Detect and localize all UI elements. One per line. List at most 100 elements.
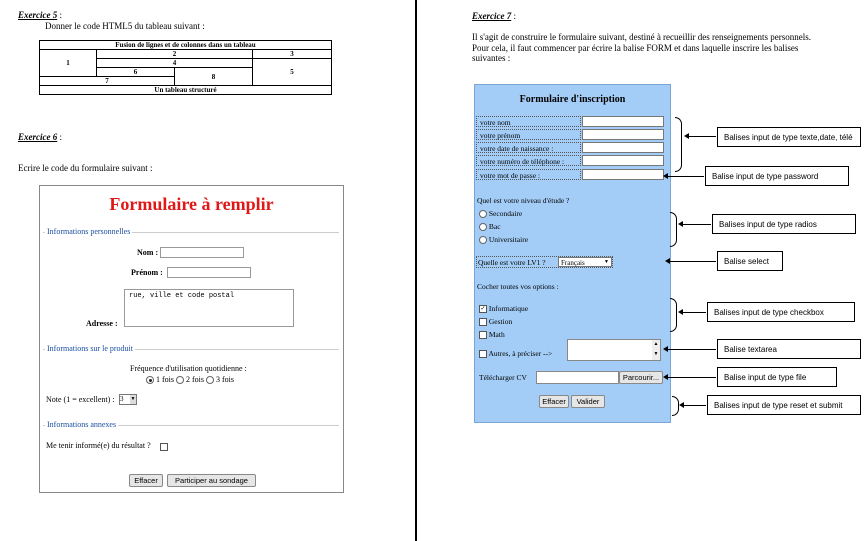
radio-secondaire[interactable]: Secondaire [479,209,523,219]
radio-bac[interactable]: Bac [479,222,501,232]
check-icon: ✓ [479,305,487,314]
cell-8: 8 [174,67,253,86]
chevron-down-icon: ▼ [130,395,136,404]
page-divider [415,0,417,541]
legend-product: Informations sur le produit [45,344,135,353]
cell-5: 5 [252,58,332,86]
nom-input[interactable] [582,116,664,127]
cell-7: 7 [39,76,175,86]
lv1-label: Quelle est votre LV1 ? [478,258,546,267]
ex6-title: Exercice 6 [18,132,58,142]
ex5-title: Exercice 5 [18,10,58,20]
legend-annexes: Informations annexes [45,420,119,429]
radio-secondaire-label: Secondaire [488,209,523,218]
submit-button-7[interactable]: Valider [571,395,605,408]
ex5-instruction: Donner le code HTML5 du tableau suivant … [45,21,205,31]
radio-universitaire[interactable]: Universitaire [479,235,529,245]
browse-button[interactable]: Parcourir... [619,371,663,384]
ex6-heading: Exercice 6 : [18,132,62,142]
annotation-password: Balise input de type password [705,166,849,186]
adresse-label: Adresse : [86,319,118,328]
frequence-options: 1 fois 2 fois 3 fois [146,375,234,385]
table-caption: Fusion de lignes et de colonnes dans un … [39,40,332,50]
radio-universitaire-label: Universitaire [488,235,529,244]
cell-1: 1 [39,49,97,77]
check-informatique[interactable]: ✓ Informatique [479,304,529,314]
radio-2-fois[interactable] [176,376,184,385]
check-gestion[interactable]: Gestion [479,317,512,327]
annotation-textarea: Balise textarea [717,339,861,359]
chevron-down-icon: ▼ [604,260,609,265]
survey-form: Formulaire à remplir Informations person… [39,185,344,493]
check-math[interactable]: Math [479,330,505,340]
opt2-label: 2 fois [186,375,204,384]
row-password-label: votre mot de passe : [476,169,581,180]
autres-textarea[interactable]: ▲ ▼ [567,339,661,361]
arrow-text-inputs [684,133,716,139]
ex7-para3: suivantes : [472,53,511,63]
cell-2: 2 [96,49,253,59]
opt3-label: 3 fois [216,375,234,384]
note-label: Note (1 = excellent) : [46,395,115,404]
radio-1-fois[interactable] [146,376,154,385]
ex7-colon: : [511,11,516,21]
tel-input[interactable] [582,155,664,166]
arrow-buttons [679,402,706,408]
row-date-label: votre date de naissance : [476,142,581,153]
ex7-para2: Pour cela, il faut commencer par écrire … [472,43,799,53]
lv1-select[interactable]: Français ▼ [558,257,612,267]
radio-3-fois[interactable] [206,376,214,385]
arrow-radios [678,221,711,227]
arrow-select [665,258,716,264]
nom-label: Nom : [137,248,159,257]
frequence-label: Fréquence d'utilisation quotidienne : [130,364,247,373]
cv-file-input[interactable] [536,371,619,384]
check-informatique-label: Informatique [488,304,529,313]
ex7-heading: Exercice 7 : [472,11,516,21]
row-nom-label: votre nom [476,116,581,127]
check-math-label: Math [488,330,505,339]
ex5-colon: : [57,10,62,20]
row-prenom-label: votre prénom [476,129,581,140]
brace-checkbox [670,298,677,332]
brace-buttons [672,396,679,416]
tenir-checkbox[interactable] [160,441,168,451]
prenom-input[interactable] [167,267,251,278]
table-footer: Un tableau structuré [39,85,332,95]
annotation-text-inputs: Balises input de type texte,date, télé [717,127,861,147]
date-input[interactable] [582,142,664,153]
ex6-colon: : [57,132,62,142]
ex7-para1: Il s'agit de construire le formulaire su… [472,32,812,42]
cell-3: 3 [252,49,332,59]
adresse-textarea[interactable]: rue, ville et code postal [124,289,294,327]
textarea-scroll-icon: ▲ ▼ [652,340,660,360]
radio-bac-label: Bac [488,222,501,231]
lv1-value: Français [561,259,585,267]
reset-button[interactable]: Effacer [129,474,163,487]
nom-input[interactable] [160,247,244,258]
annotation-select: Balise select [717,251,783,271]
annotation-checkbox: Balises input de type checkbox [707,302,855,322]
inscription-form: Formulaire d'inscription votre nom votre… [474,84,671,423]
note-select[interactable]: 3 ▼ [119,394,137,405]
arrow-file [663,374,716,380]
reset-button-7[interactable]: Effacer [539,395,569,408]
cell-6: 6 [96,67,175,77]
annotation-buttons: Balises input de type reset et submit [707,395,861,415]
legend-personal: Informations personnelles [45,227,133,236]
row-tel-label: votre numéro de téléphone : [476,155,581,166]
opt1-label: 1 fois [156,375,174,384]
tenir-label: Me tenir informé(e) du résultat ? [46,441,151,450]
prenom-input[interactable] [582,129,664,140]
annotation-radios: Balises input de type radios [712,214,856,234]
brace-radios [670,212,677,247]
arrow-password [663,173,704,179]
prenom-label: Prénom : [131,268,163,277]
cocher-label: Cocher toutes vos options : [477,282,559,291]
niveau-label: Quel est votre niveau d'étude ? [477,196,570,205]
ex7-title: Exercice 7 [472,11,512,21]
submit-button[interactable]: Participer au sondage [167,474,256,487]
ex5-heading: Exercice 5 : [18,10,62,20]
check-autres[interactable]: Autres, à préciser --> [479,349,552,359]
password-input[interactable] [582,169,664,180]
